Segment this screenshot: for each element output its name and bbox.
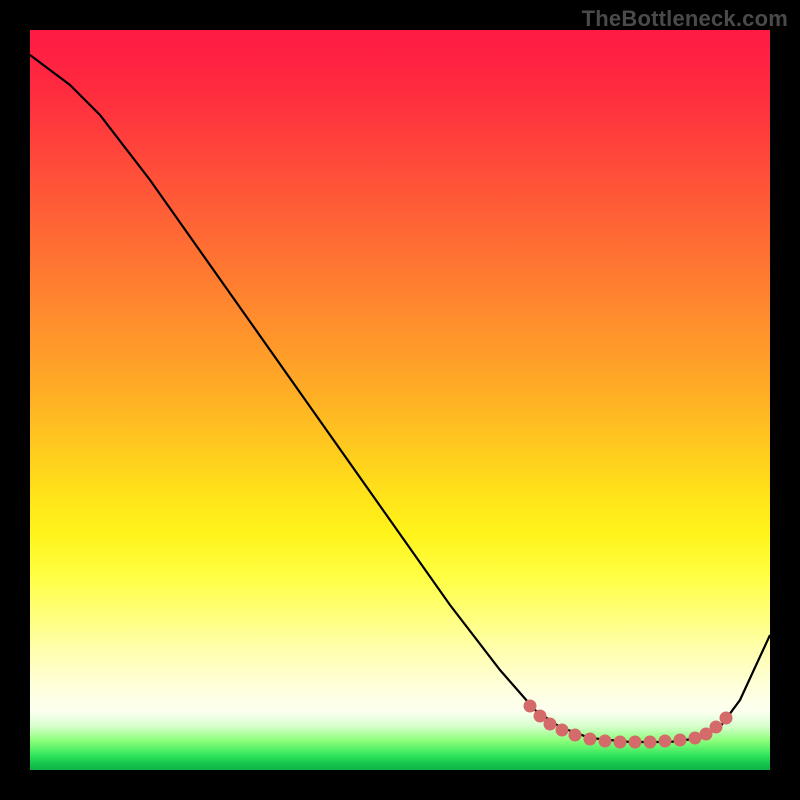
curve-marker — [556, 724, 569, 737]
chart-frame: TheBottleneck.com — [0, 0, 800, 800]
curve-marker — [544, 718, 557, 731]
curve-marker — [599, 735, 612, 748]
bottleneck-curve — [30, 55, 770, 742]
curve-marker — [720, 712, 733, 725]
curve-marker — [674, 734, 687, 747]
curve-marker — [659, 735, 672, 748]
curve-marker — [614, 736, 627, 749]
curve-marker — [644, 736, 657, 749]
curve-marker — [584, 733, 597, 746]
chart-svg — [30, 30, 770, 770]
curve-marker — [629, 736, 642, 749]
curve-marker — [524, 700, 537, 713]
curve-marker — [569, 729, 582, 742]
plot-area — [30, 30, 770, 770]
curve-marker — [710, 721, 723, 734]
watermark-label: TheBottleneck.com — [582, 6, 788, 32]
